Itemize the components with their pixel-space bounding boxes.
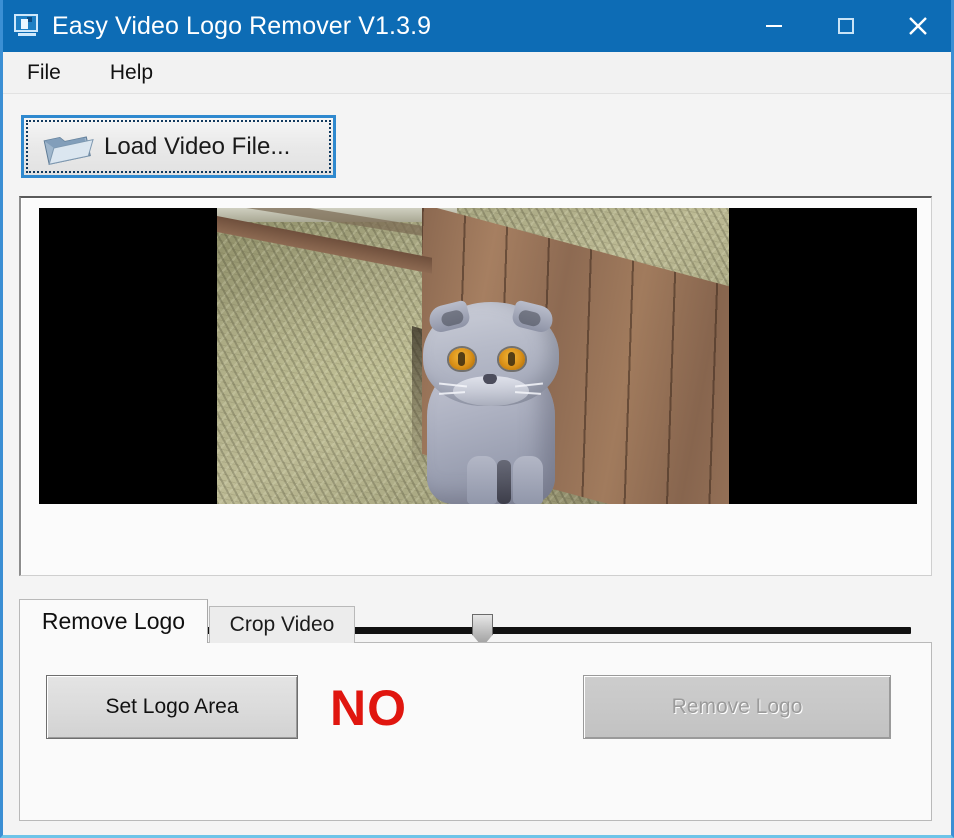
load-video-file-button[interactable]: Load Video File... bbox=[21, 115, 336, 178]
client-area: Load Video File... Remove Logo Crop Vide… bbox=[3, 94, 951, 835]
window-title: Easy Video Logo Remover V1.3.9 bbox=[52, 11, 432, 40]
window-controls bbox=[738, 0, 951, 52]
tab-crop-video[interactable]: Crop Video bbox=[209, 606, 355, 643]
maximize-icon[interactable] bbox=[810, 0, 882, 52]
tab-control: Remove Logo Crop Video Set Logo Area NO … bbox=[19, 599, 932, 821]
menu-bar: File Help bbox=[3, 52, 951, 94]
logo-area-status-flag: NO bbox=[330, 680, 407, 736]
set-logo-area-button[interactable]: Set Logo Area bbox=[46, 675, 298, 739]
tab-strip: Remove Logo Crop Video bbox=[19, 599, 932, 643]
menu-item-help[interactable]: Help bbox=[107, 59, 156, 87]
load-video-file-label: Load Video File... bbox=[104, 132, 291, 160]
video-preview-panel bbox=[19, 196, 932, 661]
title-bar: Easy Video Logo Remover V1.3.9 bbox=[3, 0, 951, 52]
minimize-icon[interactable] bbox=[738, 0, 810, 52]
tab-panel-remove-logo: Set Logo Area NO Remove Logo bbox=[19, 642, 932, 821]
tab-remove-logo[interactable]: Remove Logo bbox=[19, 599, 208, 643]
remove-logo-button[interactable]: Remove Logo bbox=[583, 675, 891, 739]
app-monitor-icon bbox=[14, 14, 40, 38]
close-icon[interactable] bbox=[882, 0, 951, 52]
menu-item-file[interactable]: File bbox=[24, 59, 64, 87]
folder-icon bbox=[43, 135, 94, 165]
cat-subject bbox=[409, 296, 579, 504]
video-letterbox bbox=[39, 208, 917, 504]
video-frame bbox=[217, 208, 729, 504]
app-window: Easy Video Logo Remover V1.3.9 File Help bbox=[0, 0, 954, 838]
